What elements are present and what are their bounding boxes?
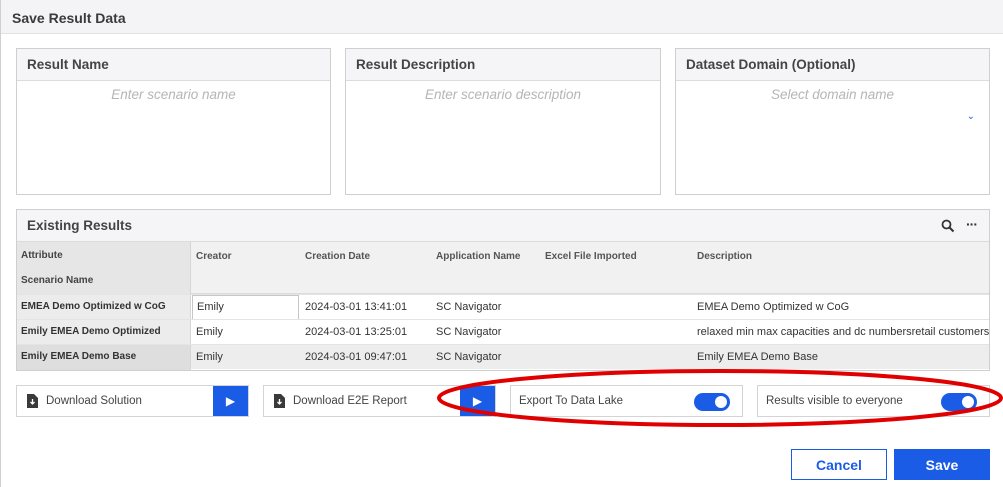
row-creator: Emily: [196, 326, 223, 338]
scenario-name-header: Scenario Name: [21, 275, 94, 286]
dataset-domain-card: Dataset Domain (Optional) ⌄: [675, 48, 990, 195]
dataset-domain-select[interactable]: [676, 87, 989, 102]
result-description-input[interactable]: [346, 87, 660, 102]
download-solution-action: Download Solution ▶: [16, 385, 249, 417]
chevron-down-icon[interactable]: ⌄: [967, 111, 975, 122]
result-name-card: Result Name: [16, 48, 331, 195]
row-creator[interactable]: Emily: [192, 295, 299, 320]
toggle-knob: [715, 396, 727, 408]
save-button[interactable]: Save: [894, 449, 990, 480]
result-name-input[interactable]: [17, 87, 330, 102]
row-description: relaxed min max capacities and dc number…: [697, 326, 990, 338]
cancel-button[interactable]: Cancel: [791, 449, 887, 480]
existing-results-header: Existing Results ···: [17, 210, 989, 242]
table-row[interactable]: Emily EMEA Demo Optimized Emily 2024-03-…: [17, 319, 990, 345]
results-visible-box: Results visible to everyone: [757, 385, 990, 417]
search-icon[interactable]: [941, 219, 955, 233]
download-solution-label: Download Solution: [46, 395, 142, 407]
attribute-header: Attribute: [21, 250, 63, 261]
download-e2e-label: Download E2E Report: [293, 395, 407, 407]
table-row[interactable]: Emily EMEA Demo Base Emily 2024-03-01 09…: [17, 344, 989, 370]
row-application-name: SC Navigator: [436, 326, 502, 338]
file-download-icon: [27, 394, 38, 408]
results-visible-toggle[interactable]: [941, 393, 977, 411]
existing-results-title: Existing Results: [27, 218, 133, 233]
row-scenario-name: Emily EMEA Demo Optimized: [17, 320, 191, 345]
row-description: EMEA Demo Optimized w CoG: [697, 301, 850, 313]
row-scenario-name: EMEA Demo Optimized w CoG: [17, 295, 191, 320]
row-description: Emily EMEA Demo Base: [697, 351, 819, 363]
row-creation-date: 2024-03-01 13:25:01: [305, 326, 408, 338]
play-icon: ▶: [472, 394, 483, 408]
attribute-column-header: Attribute Scenario Name: [17, 242, 191, 294]
dialog-title: Save Result Data: [12, 10, 126, 26]
row-scenario-name: Emily EMEA Demo Base: [17, 345, 191, 370]
row-application-name: SC Navigator: [436, 351, 502, 363]
result-name-label: Result Name: [17, 49, 330, 81]
export-data-lake-label: Export To Data Lake: [519, 395, 623, 407]
download-solution-button[interactable]: ▶: [213, 386, 248, 416]
table-row[interactable]: EMEA Demo Optimized w CoG Emily 2024-03-…: [17, 294, 989, 320]
dataset-domain-label: Dataset Domain (Optional): [676, 49, 989, 81]
row-application-name: SC Navigator: [436, 301, 502, 313]
file-download-icon: [274, 394, 285, 408]
export-data-lake-box: Export To Data Lake: [510, 385, 743, 417]
row-creation-date: 2024-03-01 09:47:01: [305, 351, 408, 363]
save-result-dialog: Save Result Data Result Name Result Desc…: [0, 0, 1003, 487]
download-e2e-action: Download E2E Report ▶: [263, 385, 496, 417]
result-description-label: Result Description: [346, 49, 660, 81]
results-visible-label: Results visible to everyone: [766, 395, 903, 407]
play-icon: ▶: [225, 394, 236, 408]
download-e2e-button[interactable]: ▶: [460, 386, 495, 416]
row-creator: Emily: [196, 351, 223, 363]
row-creation-date: 2024-03-01 13:41:01: [305, 301, 408, 313]
more-options-icon[interactable]: ···: [966, 216, 978, 232]
dialog-header: Save Result Data: [1, 0, 1003, 34]
toggle-knob: [962, 396, 974, 408]
result-description-card: Result Description: [345, 48, 661, 195]
existing-results-panel: Existing Results ··· Attribute Scenario …: [16, 209, 990, 371]
export-data-lake-toggle[interactable]: [694, 393, 730, 411]
